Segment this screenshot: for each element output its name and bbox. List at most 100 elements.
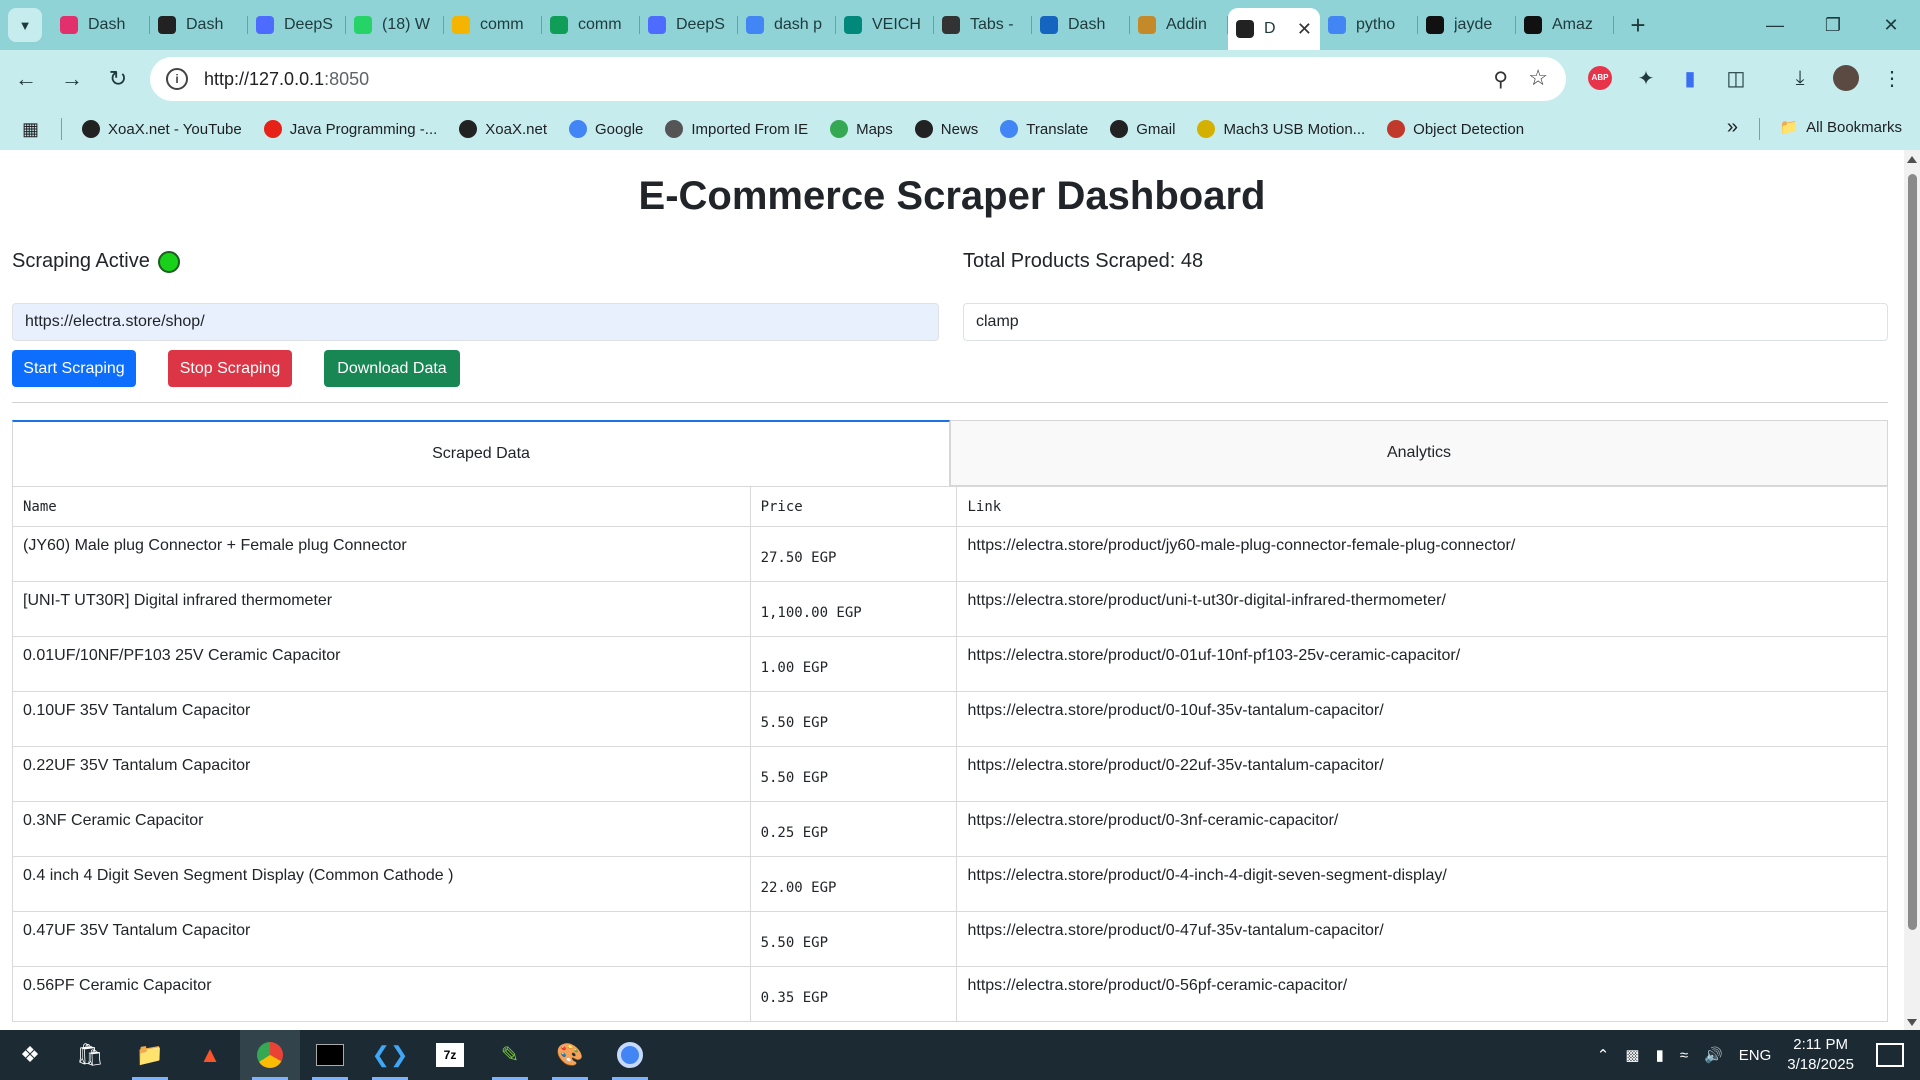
cell-link[interactable]: https://electra.store/product/0-47uf-35v… <box>956 911 1888 967</box>
keyword-input[interactable]: clamp <box>963 303 1888 341</box>
browser-tab[interactable]: Addin <box>1130 0 1228 50</box>
cell-link[interactable]: https://electra.store/product/0-56pf-cer… <box>956 966 1888 1022</box>
bookmark-item[interactable]: Gmail <box>1110 120 1175 138</box>
brave-browser-icon[interactable]: ▲ <box>180 1030 240 1080</box>
bookmark-item[interactable]: Imported From IE <box>665 120 808 138</box>
bookmark-item[interactable]: Translate <box>1000 120 1088 138</box>
cell-link[interactable]: https://electra.store/product/0-10uf-35v… <box>956 691 1888 747</box>
browser-tab[interactable]: DeepS <box>640 0 738 50</box>
browser-tab[interactable]: comm <box>542 0 640 50</box>
browser-tab[interactable]: dash p <box>738 0 836 50</box>
close-tab-icon[interactable]: ✕ <box>1297 19 1312 40</box>
bookmark-item[interactable]: Java Programming -... <box>263 120 437 138</box>
reload-button[interactable]: ↻ <box>98 59 138 99</box>
browser-menu-icon[interactable]: ⋮ <box>1874 60 1910 96</box>
volume-icon[interactable]: 🔊 <box>1704 1046 1723 1064</box>
chrome-secondary-icon[interactable] <box>600 1030 660 1080</box>
paint-icon[interactable]: 🎨 <box>540 1030 600 1080</box>
bookmark-item[interactable]: Object Detection <box>1387 120 1524 138</box>
tray-overflow-icon[interactable]: ⌃ <box>1597 1046 1610 1064</box>
browser-tab[interactable]: Tabs - <box>934 0 1032 50</box>
bookmark-item[interactable]: Maps <box>830 120 893 138</box>
language-indicator[interactable]: ENG <box>1739 1047 1772 1064</box>
youtube-icon <box>263 120 282 138</box>
cell-name: 0.4 inch 4 Digit Seven Segment Display (… <box>12 856 751 912</box>
browser-tab[interactable]: Dash <box>1032 0 1130 50</box>
browser-tab[interactable]: pytho <box>1320 0 1418 50</box>
browser-tab[interactable]: Amaz <box>1516 0 1614 50</box>
table-row: 0.01UF/10NF/PF103 25V Ceramic Capacitor 1… <box>12 636 1888 692</box>
tab-scraped-data[interactable]: Scraped Data <box>12 420 950 486</box>
clock[interactable]: 2:11 PM 3/18/2025 <box>1787 1035 1854 1075</box>
bookmark-star-icon[interactable]: ☆ <box>1528 65 1548 91</box>
store-icon[interactable]: 🛍 <box>60 1030 120 1080</box>
scroll-down-arrow-icon[interactable] <box>1907 1019 1917 1026</box>
download-data-button[interactable]: Download Data <box>324 350 460 387</box>
address-url[interactable]: http://127.0.0.1:8050 <box>204 69 369 90</box>
column-header-name[interactable]: Name <box>12 486 751 527</box>
extension-icon[interactable]: ✦ <box>1628 60 1664 96</box>
bookmark-item[interactable]: XoaX.net <box>459 120 547 138</box>
browser-tab[interactable]: DeepS <box>248 0 346 50</box>
cell-link[interactable]: https://electra.store/product/uni-t-ut30… <box>956 581 1888 637</box>
forward-button[interactable]: → <box>52 59 92 99</box>
bookmark-item[interactable]: Google <box>569 120 643 138</box>
cell-link[interactable]: https://electra.store/product/0-3nf-cera… <box>956 801 1888 857</box>
browser-tab[interactable]: comm <box>444 0 542 50</box>
page-scrollbar[interactable] <box>1904 150 1920 1030</box>
terminal-icon[interactable] <box>300 1030 360 1080</box>
7zip-icon[interactable]: 7z <box>420 1030 480 1080</box>
bookmark-item[interactable]: Mach3 USB Motion... <box>1197 120 1365 138</box>
extensions-puzzle-icon[interactable]: ◫ <box>1718 60 1754 96</box>
profile-avatar[interactable] <box>1828 60 1864 96</box>
zoom-icon[interactable]: ⚲ <box>1493 67 1508 92</box>
all-bookmarks-button[interactable]: 📁 All Bookmarks <box>1779 118 1902 137</box>
chrome-icon[interactable] <box>240 1030 300 1080</box>
download-icon[interactable]: ⤓ <box>1782 60 1818 96</box>
browser-tab[interactable]: jayde <box>1418 0 1516 50</box>
url-input[interactable]: https://electra.store/shop/ <box>12 303 939 341</box>
extension-puzzle-blue-icon[interactable]: ▮ <box>1672 60 1708 96</box>
browser-tab[interactable]: (18) W <box>346 0 444 50</box>
more-bookmarks-icon[interactable]: » <box>1727 116 1738 139</box>
browser-tab[interactable]: Dash <box>150 0 248 50</box>
vscode-icon[interactable]: ❮❯ <box>360 1030 420 1080</box>
browser-tab-active[interactable]: D ✕ <box>1228 8 1320 50</box>
amazon-icon <box>1524 16 1542 34</box>
cell-link[interactable]: https://electra.store/product/0-01uf-10n… <box>956 636 1888 692</box>
start-scraping-button[interactable]: Start Scraping <box>12 350 136 387</box>
bookmark-item[interactable]: News <box>914 120 978 138</box>
bookmark-item[interactable]: XoaX.net - YouTube <box>82 120 242 138</box>
new-tab-button[interactable]: + <box>1620 7 1656 43</box>
wifi-icon[interactable]: ≈ <box>1680 1047 1688 1064</box>
meet-now-icon[interactable]: ▩ <box>1625 1046 1639 1064</box>
battery-icon[interactable]: ▮ <box>1656 1046 1664 1064</box>
browser-tab-label: comm <box>578 16 622 33</box>
back-button[interactable]: ← <box>6 59 46 99</box>
windows-start-icon[interactable]: ❖ <box>0 1030 60 1080</box>
browser-tab[interactable]: Dash <box>52 0 150 50</box>
address-bar[interactable]: i http://127.0.0.1:8050 ⚲ ☆ <box>150 57 1566 101</box>
minimize-button[interactable]: — <box>1746 0 1804 50</box>
bookmark-label: Mach3 USB Motion... <box>1223 120 1366 138</box>
column-header-link[interactable]: Link <box>956 486 1888 527</box>
cell-link[interactable]: https://electra.store/product/0-4-inch-4… <box>956 856 1888 912</box>
file-explorer-icon[interactable]: 📁 <box>120 1030 180 1080</box>
browser-tab[interactable]: VEICH <box>836 0 934 50</box>
cell-link[interactable]: https://electra.store/product/jy60-male-… <box>956 526 1888 582</box>
site-info-icon[interactable]: i <box>166 68 188 90</box>
column-header-price[interactable]: Price <box>749 486 958 527</box>
tab-search-button[interactable]: ▼ <box>8 8 42 42</box>
arrow-right-icon: → <box>61 66 83 91</box>
notification-icon[interactable] <box>1876 1043 1904 1067</box>
restore-button[interactable]: ❐ <box>1804 0 1862 50</box>
notepad-icon[interactable]: ✎ <box>480 1030 540 1080</box>
scroll-up-arrow-icon[interactable] <box>1907 156 1917 163</box>
stop-scraping-button[interactable]: Stop Scraping <box>168 350 292 387</box>
cell-link[interactable]: https://electra.store/product/0-22uf-35v… <box>956 746 1888 802</box>
adblock-extension-icon[interactable]: ABP <box>1582 60 1618 96</box>
close-window-button[interactable]: ✕ <box>1862 0 1920 50</box>
tab-analytics[interactable]: Analytics <box>950 420 1888 486</box>
apps-grid-icon[interactable]: ▦ <box>22 119 39 140</box>
scrollbar-thumb[interactable] <box>1908 174 1917 930</box>
